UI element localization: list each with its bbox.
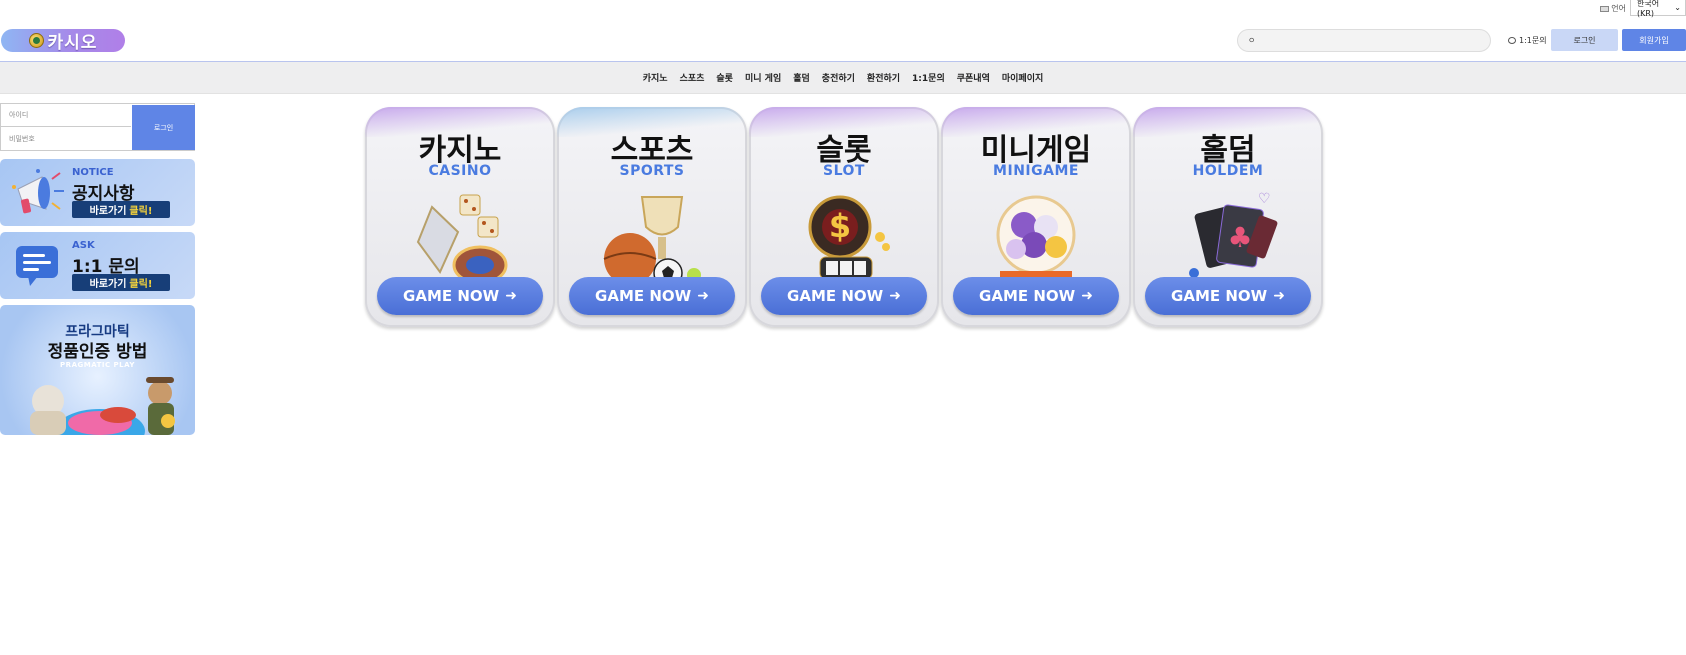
search-input[interactable]: ㅇ xyxy=(1237,29,1491,52)
notice-go-button[interactable]: 바로가기 클릭! xyxy=(72,201,170,218)
game-card-holdem[interactable]: 홀덤 HOLDEM ♣ ♡ GAME NOW ➜ xyxy=(1133,107,1323,327)
language-label-text: 언어 xyxy=(1611,4,1626,13)
main-nav: 카지노 스포츠 슬롯 미니 게임 홀덤 충전하기 환전하기 1:1문의 쿠폰내역… xyxy=(0,62,1686,94)
notice-go-label: 바로가기 xyxy=(89,206,127,217)
game-card-title-en: SLOT xyxy=(823,163,865,179)
language-label: 언어 xyxy=(1600,3,1626,14)
ask-banner[interactable]: ASK 1:1 문의 바로가기 클릭! xyxy=(0,232,195,299)
pragmatic-characters-illustration xyxy=(30,377,175,435)
game-card-minigame[interactable]: 미니게임 MINIGAME GAME NOW ➜ xyxy=(941,107,1131,327)
pragmatic-banner[interactable]: 프라그마틱 정품인증 방법 PRAGMATIC PLAY xyxy=(0,305,195,435)
holdem-cards-icon: ♣ ♡ xyxy=(1189,191,1278,278)
top-bar: 언어 한국어 (KR) ⌄ xyxy=(0,0,1686,18)
game-now-button[interactable]: GAME NOW ➜ xyxy=(569,277,735,315)
nav-item-deposit[interactable]: 충전하기 xyxy=(822,71,855,84)
arrow-right-icon: ➜ xyxy=(889,288,901,304)
game-card-title-en: CASINO xyxy=(428,163,492,179)
nav-item-casino[interactable]: 카지노 xyxy=(643,71,668,84)
pragmatic-banner-logo-text: PRAGMATIC PLAY xyxy=(60,361,135,369)
casino-dice-icon xyxy=(416,194,508,285)
megaphone-icon xyxy=(12,169,64,214)
arrow-right-icon: ➜ xyxy=(1081,288,1093,304)
nav-item-withdraw[interactable]: 환전하기 xyxy=(867,71,900,84)
logo-text: 카시오 xyxy=(47,33,98,53)
game-card-title-en: HOLDEM xyxy=(1192,163,1264,179)
nav-item-slot[interactable]: 슬롯 xyxy=(716,71,733,84)
nav-item-holdem[interactable]: 홀덤 xyxy=(793,71,810,84)
language-select[interactable]: 한국어 (KR) ⌄ xyxy=(1630,0,1686,18)
nav-item-mypage[interactable]: 마이페이지 xyxy=(1002,71,1043,84)
game-now-label: GAME NOW xyxy=(1171,287,1268,305)
minigame-balls-icon xyxy=(996,195,1076,285)
nav-item-sports[interactable]: 스포츠 xyxy=(680,71,705,84)
game-now-button[interactable]: GAME NOW ➜ xyxy=(761,277,927,315)
sidebar-login-button[interactable]: 로그인 xyxy=(132,105,195,150)
game-now-button[interactable]: GAME NOW ➜ xyxy=(1145,277,1311,315)
logo-coin-icon xyxy=(28,33,44,48)
search-input-value: ㅇ xyxy=(1248,36,1256,45)
arrow-right-icon: ➜ xyxy=(1273,288,1285,304)
game-card-slot[interactable]: 슬롯 SLOT $ GAME NOW ➜ xyxy=(749,107,939,327)
signup-button[interactable]: 회원가입 xyxy=(1622,29,1686,51)
language-select-value: 한국어 (KR) xyxy=(1637,0,1660,18)
ask-banner-tag: ASK xyxy=(72,240,95,251)
nav-item-qna[interactable]: 1:1문의 xyxy=(912,71,945,84)
notice-go-highlight: 클릭! xyxy=(129,206,153,217)
notice-banner-tag: NOTICE xyxy=(72,167,114,178)
chat-bubble-icon xyxy=(1508,37,1516,44)
qna-link-label: 1:1문의 xyxy=(1519,36,1547,45)
nav-item-coupons[interactable]: 쿠폰내역 xyxy=(957,71,990,84)
login-button[interactable]: 로그인 xyxy=(1551,29,1618,51)
header: 카시오 ㅇ 1:1문의 로그인 회원가입 xyxy=(0,18,1686,62)
ask-go-highlight: 클릭! xyxy=(129,279,153,290)
nav-item-minigame[interactable]: 미니 게임 xyxy=(745,71,781,84)
password-field[interactable]: 비밀번호 xyxy=(1,127,131,150)
game-now-button[interactable]: GAME NOW ➜ xyxy=(953,277,1119,315)
arrow-right-icon: ➜ xyxy=(505,288,517,304)
ask-go-label: 바로가기 xyxy=(89,279,127,290)
password-placeholder: 비밀번호 xyxy=(9,134,35,143)
svg-text:♡: ♡ xyxy=(1258,191,1271,207)
game-card-title-en: SPORTS xyxy=(619,163,685,179)
game-now-label: GAME NOW xyxy=(979,287,1076,305)
game-now-button[interactable]: GAME NOW ➜ xyxy=(377,277,543,315)
game-card-sports[interactable]: 스포츠 SPORTS GAME NOW ➜ xyxy=(557,107,747,327)
logo[interactable]: 카시오 xyxy=(1,29,125,53)
game-now-label: GAME NOW xyxy=(595,287,692,305)
chevron-down-icon: ⌄ xyxy=(1674,3,1681,12)
sidebar-login-form: 아이디 비밀번호 로그인 xyxy=(0,103,195,151)
qna-link[interactable]: 1:1문의 xyxy=(1508,35,1547,46)
ask-go-button[interactable]: 바로가기 클릭! xyxy=(72,274,170,291)
chat-icon xyxy=(16,246,58,286)
sports-trophy-icon xyxy=(603,196,701,287)
notice-banner[interactable]: NOTICE 공지사항 바로가기 클릭! xyxy=(0,159,195,226)
game-card-title-en: MINIGAME xyxy=(993,163,1079,179)
slot-machine-icon: $ xyxy=(808,195,890,280)
flag-icon xyxy=(1600,5,1610,12)
username-placeholder: 아이디 xyxy=(9,111,29,119)
svg-text:$: $ xyxy=(829,207,851,245)
game-card-casino[interactable]: 카지노 CASINO GAME NOW ➜ xyxy=(365,107,555,327)
pragmatic-banner-line2: 정품인증 방법 xyxy=(47,342,148,362)
username-field[interactable]: 아이디 xyxy=(1,104,131,127)
game-now-label: GAME NOW xyxy=(787,287,884,305)
game-now-label: GAME NOW xyxy=(403,287,500,305)
arrow-right-icon: ➜ xyxy=(697,288,709,304)
